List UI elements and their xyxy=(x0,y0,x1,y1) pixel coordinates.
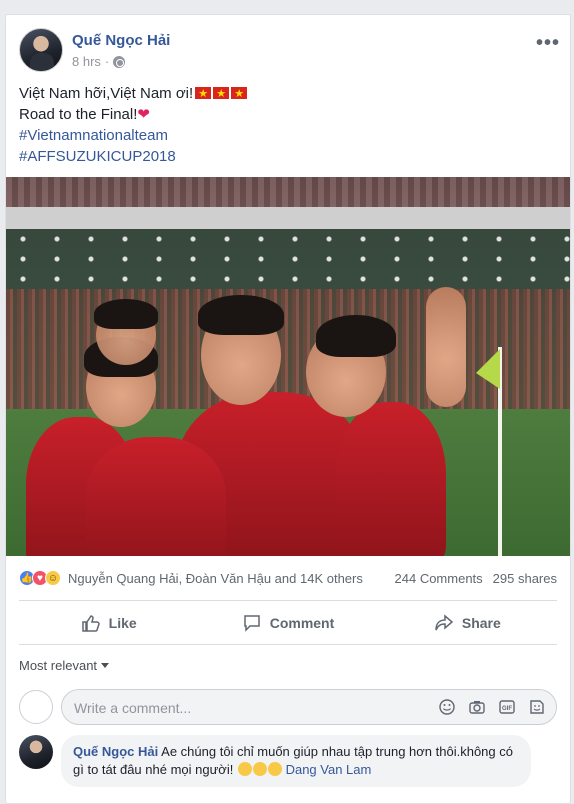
player-arm xyxy=(426,287,466,407)
divider xyxy=(19,600,557,601)
svg-text:GIF: GIF xyxy=(502,706,512,712)
comments-count[interactable]: 244 Comments xyxy=(395,571,483,586)
sort-label: Most relevant xyxy=(19,658,98,673)
gif-icon[interactable]: GIF xyxy=(498,698,516,716)
comment-label: Comment xyxy=(269,615,335,631)
comment-bubble: Quế Ngọc Hải Ae chúng tôi chỉ muốn giúp … xyxy=(61,735,531,787)
caret-down-icon xyxy=(101,663,110,668)
post-text: Việt Nam hỡi,Việt Nam ơi! Road to the Fi… xyxy=(19,83,248,167)
post-line-1: Việt Nam hỡi,Việt Nam ơi! xyxy=(19,85,194,102)
author-name[interactable]: Quế Ngọc Hải xyxy=(72,32,170,49)
hashtag-link[interactable]: #AFFSUZUKICUP2018 xyxy=(19,146,247,167)
comment-placeholder: Write a comment... xyxy=(74,700,192,716)
post-timestamp[interactable]: 8 hrs xyxy=(72,54,101,69)
post-header: Quế Ngọc Hải 8 hrs · ••• xyxy=(19,28,560,76)
reactions-bar: 👍 ♥ ☺ Nguyễn Quang Hải, Đoàn Văn Hậu and… xyxy=(19,568,557,588)
post-line-2: Road to the Final! xyxy=(19,106,138,123)
post-meta: 8 hrs · xyxy=(72,54,126,69)
share-button[interactable]: Share xyxy=(378,604,557,642)
comment-button[interactable]: Comment xyxy=(198,604,377,642)
like-label: Like xyxy=(108,615,137,631)
player-figure xyxy=(336,402,446,556)
share-label: Share xyxy=(461,615,501,631)
action-bar: Like Comment Share xyxy=(19,604,557,642)
post-card: Quế Ngọc Hải 8 hrs · ••• Việt Nam hỡi,Vi… xyxy=(5,14,571,804)
globe-icon[interactable] xyxy=(113,55,126,68)
more-options-icon[interactable]: ••• xyxy=(536,32,560,55)
player-figure xyxy=(86,437,226,556)
heart-icon: ❤ xyxy=(137,106,150,123)
sticker-icon[interactable] xyxy=(528,698,546,716)
thumbs-up-icon xyxy=(81,615,100,632)
laughing-emoji-icon xyxy=(267,762,282,776)
viewer-avatar xyxy=(19,690,53,724)
reactors-summary[interactable]: Nguyễn Quang Hải, Đoàn Văn Hậu and 14K o… xyxy=(68,571,363,586)
divider xyxy=(19,644,557,645)
vietnam-flag-icon xyxy=(213,84,230,105)
like-button[interactable]: Like xyxy=(19,604,198,642)
commenter-avatar[interactable] xyxy=(19,735,53,769)
vietnam-flag-icon xyxy=(195,84,212,105)
comment-input[interactable]: Write a comment... GIF xyxy=(61,689,557,725)
laughing-emoji-icon xyxy=(237,762,252,776)
share-icon xyxy=(435,614,454,631)
camera-icon[interactable] xyxy=(468,698,486,716)
comment-icon xyxy=(243,615,260,632)
post-photo[interactable] xyxy=(6,177,570,556)
comment-composer: Write a comment... GIF xyxy=(19,689,557,727)
hashtag-link[interactable]: #Vietnamnationalteam xyxy=(19,125,247,146)
author-avatar[interactable] xyxy=(19,28,63,72)
shares-count[interactable]: 295 shares xyxy=(493,571,557,586)
vietnam-flag-icon xyxy=(231,84,248,105)
haha-reaction-icon[interactable]: ☺ xyxy=(45,570,61,586)
laughing-emoji-icon xyxy=(252,762,267,776)
mention-link[interactable]: Dang Van Lam xyxy=(286,762,372,777)
commenter-name[interactable]: Quế Ngọc Hải xyxy=(73,744,158,759)
emoji-icon[interactable] xyxy=(438,698,456,716)
comment-sort-dropdown[interactable]: Most relevant xyxy=(19,658,110,673)
